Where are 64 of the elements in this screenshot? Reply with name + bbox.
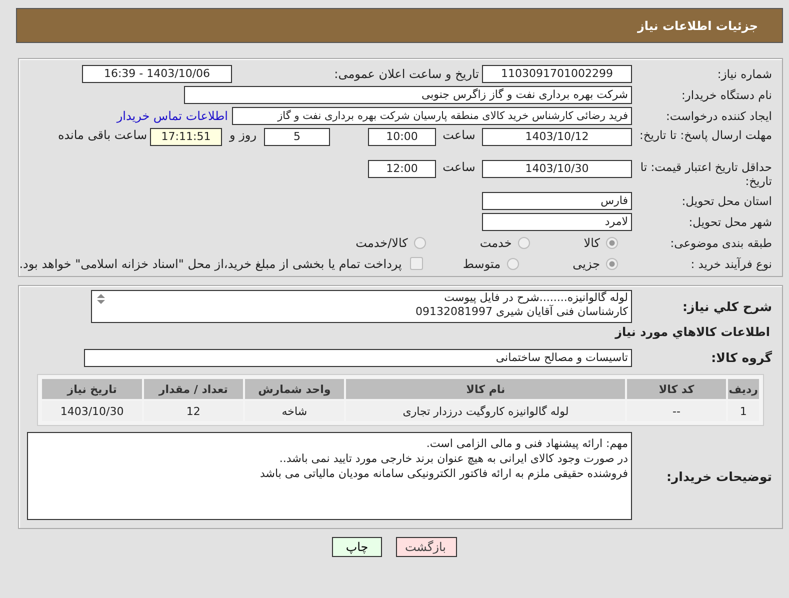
table-cell: شاخه <box>244 401 344 421</box>
field-label: استان محل تحویل: <box>680 194 773 208</box>
radio-button[interactable] <box>606 258 618 270</box>
description-line: کارشناسان فنی آقایان شیری 09132081997 <box>415 305 628 319</box>
field-label: نوع فرآیند خرید : <box>690 256 773 270</box>
remaining-label: ساعت باقی مانده <box>56 128 148 142</box>
field-label: مهلت ارسال پاسخ: تا تاریخ: <box>638 128 773 142</box>
print-button[interactable]: چاپ <box>332 537 382 557</box>
radio-button[interactable] <box>606 236 618 248</box>
column-header: تاریخ نیاز <box>42 379 142 399</box>
validity-date-field: 1403/10/30 <box>482 160 632 178</box>
notes-line: فروشنده حقیقی ملزم به ارائه فاکتور الکترونیکی سامانه مودیان مالیاتی می باشد <box>258 466 628 481</box>
section-heading: اطلاعات کالاهاي مورد نياز <box>614 324 771 341</box>
back-button[interactable]: بازگشت <box>396 537 457 557</box>
notes-line: مهم: ارائه پیشنهاد فنی و مالی الزامی است. <box>425 436 628 451</box>
column-header: تعداد / مقدار <box>144 379 243 399</box>
column-header: نام کالا <box>346 379 626 399</box>
field-label: توضیحات خریدار: <box>665 468 773 484</box>
radio-button[interactable] <box>506 258 519 270</box>
field-label: شهر محل تحویل: <box>688 214 773 228</box>
column-header: کد کالا <box>627 379 726 399</box>
radio-label: کالا/خدمت <box>356 236 408 250</box>
deadline-date-field: 1403/10/12 <box>482 128 632 146</box>
time-label: ساعت <box>442 160 476 174</box>
field-label: شماره نیاز: <box>716 66 773 80</box>
radio-label: جزیی <box>572 256 600 270</box>
field-label: نام دستگاه خریدار: <box>680 88 773 102</box>
column-header: واحد شمارش <box>244 379 344 399</box>
province-field: فارس <box>482 192 632 210</box>
radio-label: متوسط <box>462 256 501 270</box>
table-cell: لوله گالوانیزه کاروگیت درزدار تجاری <box>346 401 626 421</box>
checkbox-label: پرداخت تمام یا بخشی از مبلغ خرید،از محل "اسناد خزانه اسلامی" خواهد بود. <box>19 256 402 270</box>
time-label: ساعت <box>442 128 476 142</box>
table-cell: 12 <box>144 401 243 421</box>
deadline-time-field: 10:00 <box>368 128 436 146</box>
field-label: تاریخ و ساعت اعلان عمومی: <box>333 66 480 80</box>
goods-group-field: تاسیسات و مصالح ساختمانی <box>84 348 632 366</box>
field-label: ایجاد کننده درخواست: <box>665 108 773 122</box>
announce-date-field: 1403/10/06 - 16:39 <box>82 64 232 82</box>
radio-label: خدمت <box>480 236 512 250</box>
table-cell: -- <box>627 401 726 421</box>
need-number-field: 1103091701002299 <box>482 64 632 82</box>
buyer-contact-link[interactable]: اطلاعات تماس خریدار <box>116 108 228 122</box>
page-title: جزئیات اطلاعات نیاز <box>637 18 758 32</box>
radio-button[interactable] <box>414 236 426 248</box>
buyer-field: شرکت بهره برداری نفت و گاز زاگرس جنوبی <box>184 86 632 104</box>
field-label: حداقل تاریخ اعتبار قیمت: تا تاریخ: <box>639 160 773 188</box>
table-cell: 1403/10/30 <box>42 401 142 421</box>
field-label: شرح کلي نياز: <box>682 299 773 314</box>
notes-line: در صورت وجود کالای ایرانی به هیچ عنوان برند خارجی مورد تایید نمی باشد.. <box>278 451 628 466</box>
field-label: طبقه بندی موضوعی: <box>669 236 773 250</box>
table-cell: 1 <box>728 401 759 421</box>
radio-label: کالا <box>584 236 600 250</box>
column-header: ردیف <box>728 379 759 399</box>
days-label: روز و <box>228 128 258 142</box>
city-field: لامرد <box>482 212 632 230</box>
validity-time-field: 12:00 <box>368 160 436 178</box>
checkbox[interactable] <box>410 257 423 270</box>
field-label: گروه کالا: <box>710 350 773 365</box>
creator-field: فرید رضائی کارشناس خرید کالای منطقه پارسیان شرکت بهره برداری نفت و گاز <box>232 106 632 124</box>
remaining-time-field: 17:11:51 <box>150 128 222 146</box>
radio-button[interactable] <box>518 236 530 248</box>
days-field: 5 <box>264 128 330 146</box>
description-line: لوله گالوانیزه........شرح در فایل پیوست <box>443 291 628 304</box>
